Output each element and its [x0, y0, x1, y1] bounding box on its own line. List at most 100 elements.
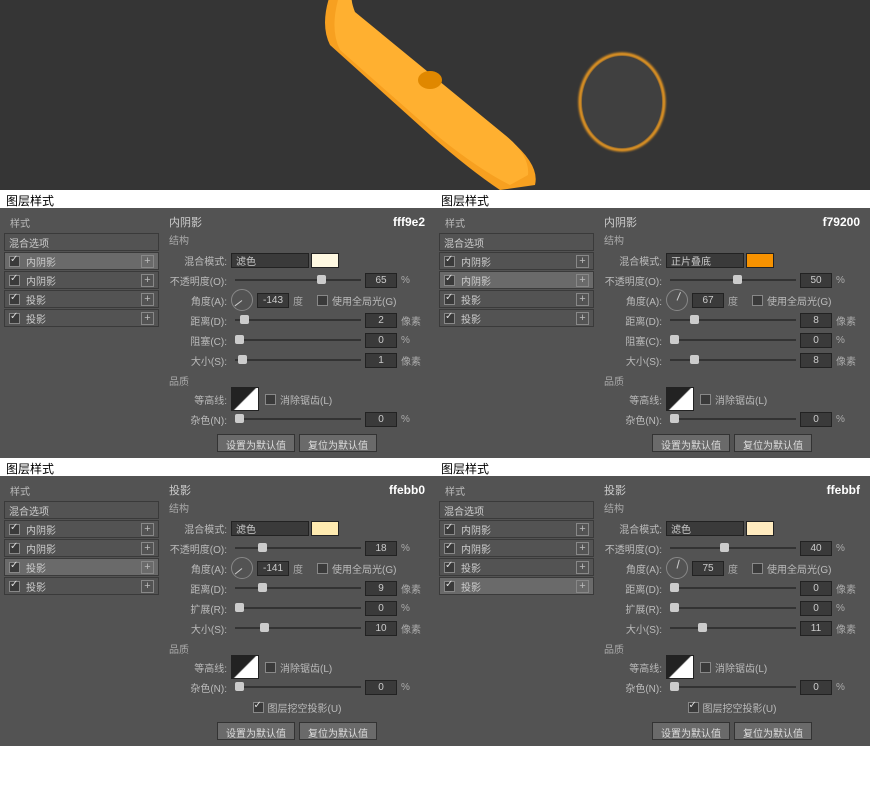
slider[interactable] — [235, 582, 361, 594]
effect-item-dropShadow[interactable]: 投影 + — [4, 290, 159, 308]
size-value[interactable]: 8 — [800, 353, 832, 368]
add-effect-icon[interactable]: + — [141, 542, 154, 555]
angle-dial[interactable] — [231, 557, 253, 579]
effect-item-innerShadow[interactable]: 内阴影 + — [4, 539, 159, 557]
global-light-checkbox[interactable] — [752, 563, 763, 574]
add-effect-icon[interactable]: + — [141, 293, 154, 306]
opacity-value[interactable]: 65 — [365, 273, 397, 288]
noise-value[interactable]: 0 — [365, 412, 397, 427]
antialias-checkbox[interactable] — [700, 394, 711, 405]
effect-item-innerShadow[interactable]: 内阴影 + — [4, 271, 159, 289]
effect-item-dropShadow[interactable]: 投影 + — [439, 309, 594, 327]
size-value[interactable]: 1 — [365, 353, 397, 368]
effect-item-innerShadow[interactable]: 内阴影 + — [439, 520, 594, 538]
slider[interactable] — [235, 354, 361, 366]
angle-value[interactable]: -141 — [257, 561, 289, 576]
blend-mode-select[interactable]: 正片叠底 — [666, 253, 744, 268]
choke-spread-value[interactable]: 0 — [365, 601, 397, 616]
add-effect-icon[interactable]: + — [141, 255, 154, 268]
slider[interactable] — [235, 542, 361, 554]
global-light-checkbox[interactable] — [317, 295, 328, 306]
effect-item-innerShadow[interactable]: 内阴影 + — [4, 252, 159, 270]
effect-item-dropShadow[interactable]: 投影 + — [4, 558, 159, 576]
distance-value[interactable]: 8 — [800, 313, 832, 328]
add-effect-icon[interactable]: + — [576, 523, 589, 536]
contour-picker[interactable] — [231, 655, 259, 679]
angle-value[interactable]: 67 — [692, 293, 724, 308]
set-default-button[interactable]: 设置为默认值 — [652, 722, 730, 740]
effect-item-dropShadow[interactable]: 投影 + — [439, 290, 594, 308]
add-effect-icon[interactable]: + — [576, 542, 589, 555]
effect-item-innerShadow[interactable]: 内阴影 + — [439, 539, 594, 557]
effect-checkbox[interactable] — [444, 275, 455, 286]
set-default-button[interactable]: 设置为默认值 — [217, 434, 295, 452]
distance-value[interactable]: 9 — [365, 581, 397, 596]
slider[interactable] — [670, 602, 796, 614]
add-effect-icon[interactable]: + — [141, 523, 154, 536]
opacity-value[interactable]: 18 — [365, 541, 397, 556]
antialias-checkbox[interactable] — [265, 394, 276, 405]
choke-spread-value[interactable]: 0 — [365, 333, 397, 348]
slider[interactable] — [235, 622, 361, 634]
knockout-checkbox[interactable] — [688, 702, 699, 713]
slider[interactable] — [235, 274, 361, 286]
add-effect-icon[interactable]: + — [576, 580, 589, 593]
effect-item-dropShadow[interactable]: 投影 + — [4, 309, 159, 327]
add-effect-icon[interactable]: + — [576, 293, 589, 306]
global-light-checkbox[interactable] — [752, 295, 763, 306]
effect-item-innerShadow[interactable]: 内阴影 + — [439, 252, 594, 270]
slider[interactable] — [670, 582, 796, 594]
blend-mode-select[interactable]: 滤色 — [231, 253, 309, 268]
reset-default-button[interactable]: 复位为默认值 — [734, 434, 812, 452]
effect-checkbox[interactable] — [9, 313, 20, 324]
blend-mode-select[interactable]: 滤色 — [666, 521, 744, 536]
contour-picker[interactable] — [666, 655, 694, 679]
set-default-button[interactable]: 设置为默认值 — [217, 722, 295, 740]
antialias-checkbox[interactable] — [265, 662, 276, 673]
slider[interactable] — [235, 413, 361, 425]
add-effect-icon[interactable]: + — [141, 580, 154, 593]
color-swatch[interactable] — [311, 521, 339, 536]
add-effect-icon[interactable]: + — [576, 312, 589, 325]
noise-value[interactable]: 0 — [365, 680, 397, 695]
effect-checkbox[interactable] — [444, 543, 455, 554]
opacity-value[interactable]: 50 — [800, 273, 832, 288]
slider[interactable] — [670, 542, 796, 554]
angle-dial[interactable] — [666, 289, 688, 311]
reset-default-button[interactable]: 复位为默认值 — [734, 722, 812, 740]
color-swatch[interactable] — [746, 521, 774, 536]
noise-value[interactable]: 0 — [800, 680, 832, 695]
add-effect-icon[interactable]: + — [576, 561, 589, 574]
slider[interactable] — [670, 314, 796, 326]
color-swatch[interactable] — [746, 253, 774, 268]
color-swatch[interactable] — [311, 253, 339, 268]
effect-item-dropShadow[interactable]: 投影 + — [4, 577, 159, 595]
angle-value[interactable]: -143 — [257, 293, 289, 308]
distance-value[interactable]: 0 — [800, 581, 832, 596]
size-value[interactable]: 10 — [365, 621, 397, 636]
slider[interactable] — [670, 274, 796, 286]
effect-checkbox[interactable] — [9, 256, 20, 267]
set-default-button[interactable]: 设置为默认值 — [652, 434, 730, 452]
effect-checkbox[interactable] — [9, 581, 20, 592]
slider[interactable] — [670, 354, 796, 366]
effect-item-innerShadow[interactable]: 内阴影 + — [439, 271, 594, 289]
blend-mode-select[interactable]: 滤色 — [231, 521, 309, 536]
slider[interactable] — [235, 681, 361, 693]
blend-options-item[interactable]: 混合选项 — [439, 501, 594, 519]
effect-checkbox[interactable] — [444, 256, 455, 267]
slider[interactable] — [670, 622, 796, 634]
slider[interactable] — [235, 334, 361, 346]
slider[interactable] — [235, 314, 361, 326]
slider[interactable] — [235, 602, 361, 614]
effect-checkbox[interactable] — [444, 524, 455, 535]
slider[interactable] — [670, 681, 796, 693]
reset-default-button[interactable]: 复位为默认值 — [299, 434, 377, 452]
effect-item-innerShadow[interactable]: 内阴影 + — [4, 520, 159, 538]
reset-default-button[interactable]: 复位为默认值 — [299, 722, 377, 740]
angle-value[interactable]: 75 — [692, 561, 724, 576]
noise-value[interactable]: 0 — [800, 412, 832, 427]
opacity-value[interactable]: 40 — [800, 541, 832, 556]
global-light-checkbox[interactable] — [317, 563, 328, 574]
effect-checkbox[interactable] — [9, 562, 20, 573]
